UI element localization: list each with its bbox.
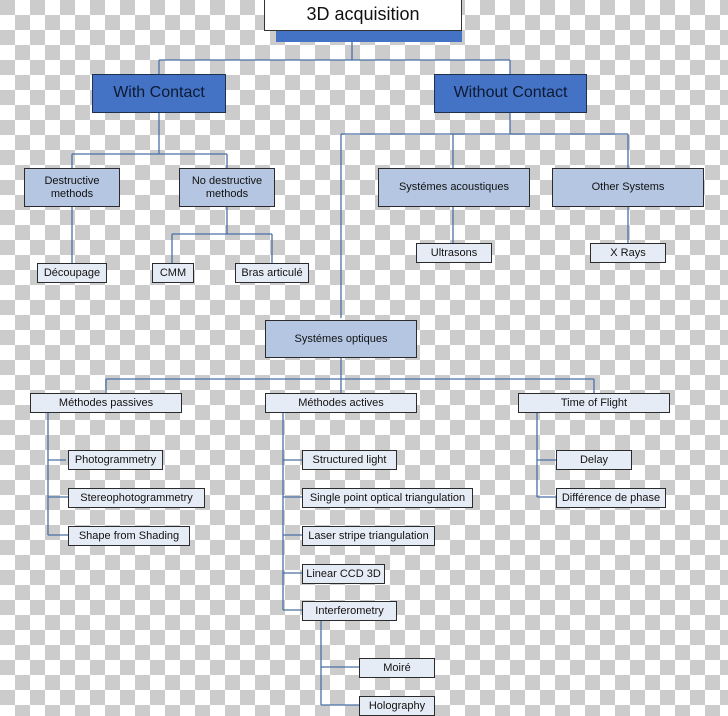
cmm-node[interactable]: CMM [152, 263, 194, 283]
single-point-triangulation-label: Single point optical triangulation [309, 491, 466, 504]
shape-from-shading-label: Shape from Shading [78, 529, 180, 542]
acoustic-systems-label: Systémes acoustiques [398, 181, 510, 194]
delay-node[interactable]: Delay [556, 450, 632, 470]
x-rays-label: X Rays [610, 246, 646, 259]
connector-without-contact [340, 112, 629, 318]
phase-difference-label: Différence de phase [561, 491, 661, 504]
time-of-flight-node[interactable]: Time of Flight [518, 393, 670, 413]
holography-node[interactable]: Holography [359, 696, 435, 716]
phase-difference-node[interactable]: Différence de phase [556, 488, 666, 508]
connector-interferometry [320, 621, 359, 706]
decoupage-label: Découpage [43, 266, 101, 279]
other-systems-node[interactable]: Other Systems [552, 168, 704, 207]
destructive-methods-label: Destructive methods [44, 174, 100, 200]
photogrammetry-node[interactable]: Photogrammetry [68, 450, 163, 470]
holography-label: Holography [368, 699, 426, 712]
with-contact-label: With Contact [113, 84, 205, 102]
active-methods-node[interactable]: Méthodes actives [265, 393, 417, 413]
stereophotogrammetry-label: Stereophotogrammetry [80, 491, 193, 504]
photogrammetry-label: Photogrammetry [74, 453, 157, 466]
acoustic-systems-node[interactable]: Systémes acoustiques [378, 168, 530, 207]
root-label: 3D acquisition [306, 4, 420, 25]
connector-tof [536, 413, 556, 498]
non-destructive-methods-label: No destructive methods [191, 174, 263, 200]
ultrasons-node[interactable]: Ultrasons [416, 243, 492, 263]
without-contact-node[interactable]: Without Contact [434, 74, 587, 113]
structured-light-label: Structured light [312, 453, 387, 466]
other-systems-label: Other Systems [591, 181, 665, 194]
structured-light-node[interactable]: Structured light [302, 450, 397, 470]
cmm-label: CMM [159, 266, 187, 279]
passive-methods-label: Méthodes passives [58, 396, 154, 409]
bras-articule-label: Bras articulé [241, 266, 303, 279]
connector-optical [105, 358, 595, 393]
moire-label: Moiré [383, 661, 411, 674]
delay-label: Delay [579, 453, 609, 466]
time-of-flight-label: Time of Flight [560, 396, 628, 409]
passive-methods-node[interactable]: Méthodes passives [30, 393, 182, 413]
linear-ccd-3d-node[interactable]: Linear CCD 3D [302, 564, 385, 584]
interferometry-node[interactable]: Interferometry [302, 601, 397, 621]
x-rays-node[interactable]: X Rays [590, 243, 666, 263]
destructive-methods-node[interactable]: Destructive methods [24, 168, 120, 207]
single-point-triangulation-node[interactable]: Single point optical triangulation [302, 488, 473, 508]
laser-stripe-triangulation-label: Laser stripe triangulation [308, 529, 429, 542]
moire-node[interactable]: Moiré [359, 658, 435, 678]
laser-stripe-triangulation-node[interactable]: Laser stripe triangulation [302, 526, 435, 546]
linear-ccd-3d-label: Linear CCD 3D [306, 567, 381, 580]
connector-with-contact [71, 112, 228, 168]
non-destructive-methods-node[interactable]: No destructive methods [179, 168, 275, 207]
connector-active [282, 413, 302, 611]
active-methods-label: Méthodes actives [298, 396, 384, 409]
root-node[interactable]: 3D acquisition [264, 0, 462, 31]
decoupage-node[interactable]: Découpage [37, 263, 107, 283]
ultrasons-label: Ultrasons [430, 246, 478, 259]
without-contact-label: Without Contact [453, 84, 568, 102]
connector-passive [47, 413, 68, 536]
shape-from-shading-node[interactable]: Shape from Shading [68, 526, 190, 546]
connector-non-destructive [171, 207, 273, 263]
with-contact-node[interactable]: With Contact [92, 74, 226, 113]
stereophotogrammetry-node[interactable]: Stereophotogrammetry [68, 488, 205, 508]
interferometry-label: Interferometry [315, 604, 384, 617]
optical-systems-label: Systémes optiques [294, 332, 388, 345]
bras-articule-node[interactable]: Bras articulé [235, 263, 309, 283]
optical-systems-node[interactable]: Systémes optiques [265, 320, 417, 358]
